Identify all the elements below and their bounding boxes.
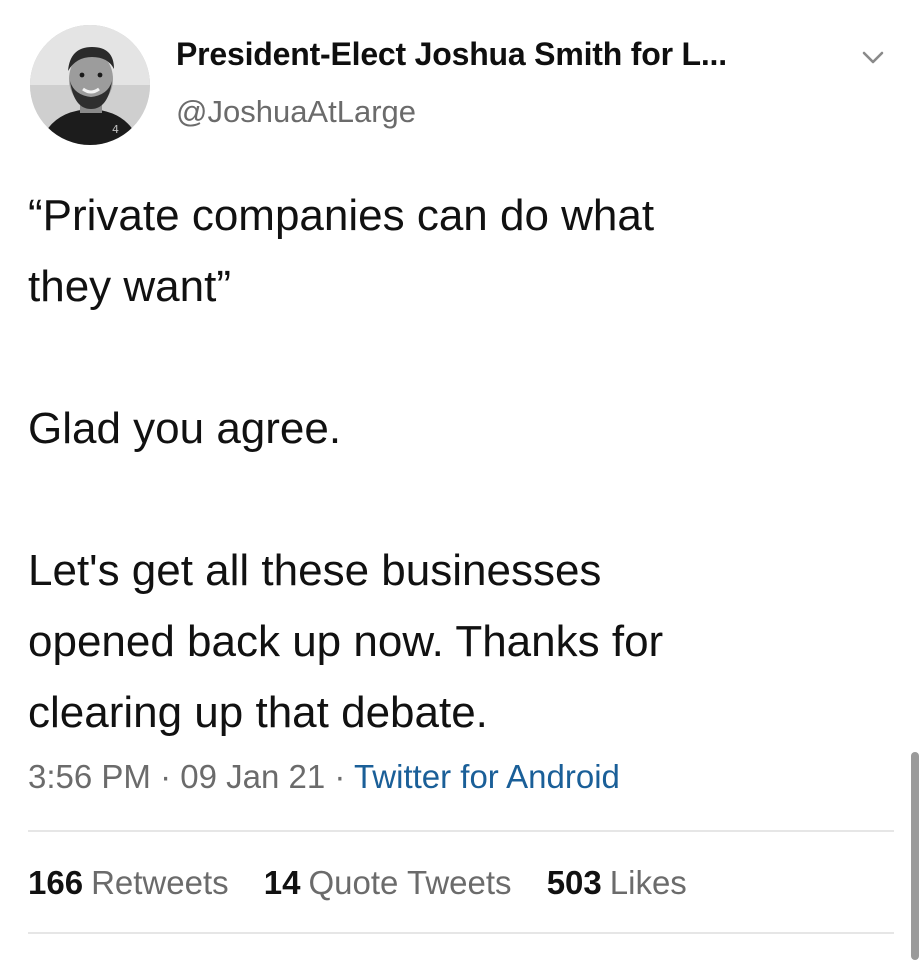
retweets-stat[interactable]: 166 Retweets xyxy=(28,864,229,901)
tweet-time[interactable]: 3:56 PM xyxy=(28,758,151,795)
likes-stat[interactable]: 503 Likes xyxy=(547,864,687,901)
avatar[interactable]: 4 xyxy=(30,25,150,145)
quote-tweets-label: Quote Tweets xyxy=(308,864,512,901)
tweet-card: 4 President-Elect Joshua Smith for L... … xyxy=(0,0,922,960)
tweet-meta: 3:56 PM · 09 Jan 21 · Twitter for Androi… xyxy=(28,758,620,796)
likes-count: 503 xyxy=(546,864,602,901)
chevron-down-icon[interactable] xyxy=(858,46,888,70)
tweet-source-link[interactable]: Twitter for Android xyxy=(354,758,620,795)
tweet-line: “Private companies can do what xyxy=(28,191,655,240)
retweets-label: Retweets xyxy=(91,864,229,901)
quote-tweets-stat[interactable]: 14 Quote Tweets xyxy=(264,864,512,901)
profile-photo-icon: 4 xyxy=(30,25,150,145)
tweet-date[interactable]: 09 Jan 21 xyxy=(180,758,325,795)
tweet-line: Let's get all these businesses xyxy=(28,546,602,595)
meta-separator: · xyxy=(325,758,354,795)
likes-label: Likes xyxy=(609,864,687,901)
quote-tweets-count: 14 xyxy=(263,864,301,901)
tweet-stats: 166 Retweets 14 Quote Tweets 503 Likes xyxy=(28,864,713,902)
svg-text:4: 4 xyxy=(112,123,119,136)
tweet-line: Glad you agree. xyxy=(28,404,342,453)
display-name[interactable]: President-Elect Joshua Smith for L... xyxy=(176,36,727,73)
meta-separator: · xyxy=(150,758,181,795)
tweet-line: clearing up that debate. xyxy=(28,688,488,737)
divider xyxy=(28,932,894,934)
retweets-count: 166 xyxy=(28,864,84,901)
tweet-line: opened back up now. Thanks for xyxy=(28,617,664,666)
tweet-line: they want” xyxy=(28,262,231,311)
scrollbar[interactable] xyxy=(911,752,919,960)
divider xyxy=(28,830,894,832)
tweet-text: “Private companies can do what they want… xyxy=(28,180,898,748)
user-handle[interactable]: @JoshuaAtLarge xyxy=(176,94,416,130)
